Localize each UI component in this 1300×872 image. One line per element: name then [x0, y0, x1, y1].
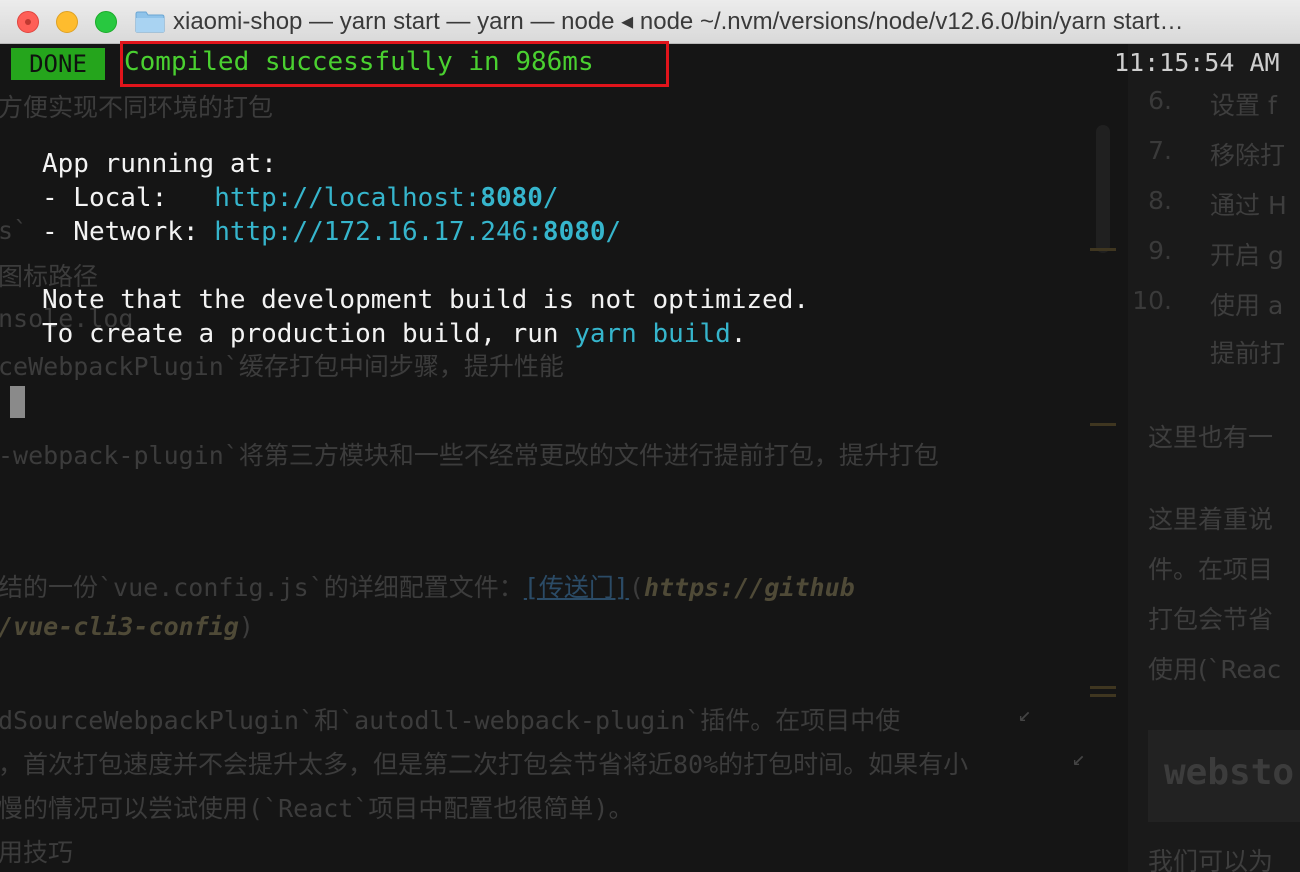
terminal-cursor[interactable]	[10, 386, 25, 418]
bg-paragraph: 我们可以为	[1148, 847, 1274, 872]
bg-list-text: 使用 a	[1210, 291, 1284, 320]
scroll-marker	[1090, 423, 1116, 426]
production-build-line: To create a production build, run yarn b…	[42, 319, 747, 349]
title-bar[interactable]: xiaomi-shop — yarn start — yarn — node ◂…	[0, 0, 1300, 44]
close-window-button[interactable]	[17, 11, 39, 33]
folder-icon	[135, 11, 165, 33]
scroll-marker	[1090, 686, 1116, 689]
bg-list-text: 通过 H	[1210, 191, 1287, 220]
background-scrollbar	[1096, 125, 1110, 253]
bg-list-text: 提前打	[1210, 339, 1286, 368]
bg-heading-text: websto	[1164, 752, 1295, 793]
build-note-line: Note that the development build is not o…	[42, 285, 810, 315]
network-url-line: - Network: http://172.16.17.246:8080/	[42, 217, 622, 247]
highlight-annotation-box	[120, 41, 669, 87]
compile-timestamp: 11:15:54 AM	[1114, 48, 1280, 77]
bg-list-number: 6.	[1148, 86, 1172, 115]
bg-heading-block: websto	[1148, 730, 1300, 822]
zoom-window-button[interactable]	[95, 11, 117, 33]
bg-paragraph: 打包会节省	[1148, 605, 1274, 634]
bg-line: dSourceWebpackPlugin`和`autodll-webpack-p…	[0, 706, 901, 735]
bg-line: -webpack-plugin`将第三方模块和一些不经常更改的文件进行提前打包，…	[0, 441, 939, 470]
bg-line: /vue-cli3-config)	[0, 612, 254, 641]
app-running-line: App running at:	[42, 149, 277, 179]
terminal-window: xiaomi-shop — yarn start — yarn — node ◂…	[0, 0, 1300, 872]
bg-line: s`	[0, 216, 29, 245]
bg-line: 慢的情况可以尝试使用(`React`项目中配置也很简单)。	[0, 794, 634, 823]
bg-paragraph: 件。在项目	[1148, 555, 1274, 584]
bg-paragraph: 这里也有一	[1148, 423, 1274, 452]
minimize-window-button[interactable]	[56, 11, 78, 33]
bg-line: 结的一份`vue.config.js`的详细配置文件：[传送门](https:/…	[0, 573, 855, 602]
bg-line: ，首次打包速度并不会提升太多，但是第二次打包会节省将近80%的打包时间。如果有小	[0, 750, 969, 779]
bg-paragraph: 这里着重说	[1148, 505, 1274, 534]
bg-list-number: 9.	[1148, 236, 1172, 265]
bg-list-number: 10.	[1132, 286, 1172, 315]
resize-arrow-icon: ↙	[1018, 702, 1032, 727]
resize-arrow-icon: ↙	[1072, 746, 1086, 771]
bg-list-text: 移除打	[1210, 141, 1286, 170]
local-url-line: - Local: http://localhost:8080/	[42, 183, 559, 213]
bg-line: 用技巧	[0, 838, 74, 867]
bg-paragraph: 使用(`Reac	[1148, 655, 1281, 684]
bg-line: 方便实现不同环境的打包	[0, 93, 274, 122]
bg-line: ceWebpackPlugin`缓存打包中间步骤，提升性能	[0, 352, 564, 381]
bg-list-text: 开启 g	[1210, 241, 1284, 270]
bg-list-number: 8.	[1148, 186, 1172, 215]
window-title: xiaomi-shop — yarn start — yarn — node ◂…	[173, 8, 1184, 35]
bg-list-text: 设置 f	[1210, 91, 1277, 120]
done-badge: DONE	[11, 48, 105, 80]
yarn-build-command: yarn build	[574, 319, 731, 349]
network-url-link[interactable]: http://172.16.17.246:8080/	[214, 217, 621, 247]
scroll-marker	[1090, 248, 1116, 251]
bg-list-number: 7.	[1148, 136, 1172, 165]
local-url-link[interactable]: http://localhost:8080/	[214, 183, 558, 213]
scroll-marker	[1090, 694, 1116, 697]
